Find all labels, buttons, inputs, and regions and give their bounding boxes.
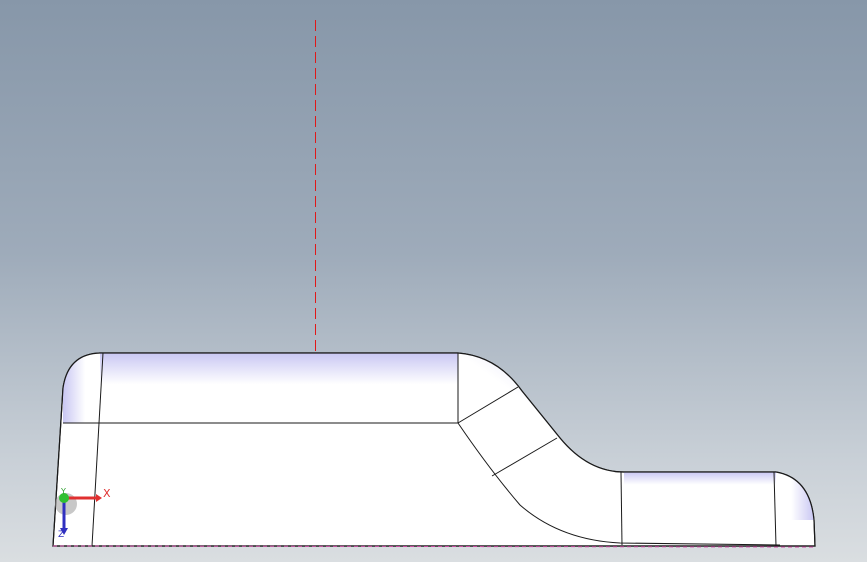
coordinate-triad: X Y Z: [52, 484, 112, 544]
left-fillet-face[interactable]: [63, 353, 100, 423]
z-axis-label: Z: [58, 530, 65, 540]
graphics-viewport[interactable]: X Y Z: [0, 0, 867, 562]
low-step-fillet-face[interactable]: [624, 472, 776, 500]
x-axis-label: X: [103, 487, 111, 500]
model-scene[interactable]: [0, 0, 867, 562]
y-axis-label: Y: [61, 487, 66, 496]
top-fillet-face[interactable]: [100, 353, 458, 423]
